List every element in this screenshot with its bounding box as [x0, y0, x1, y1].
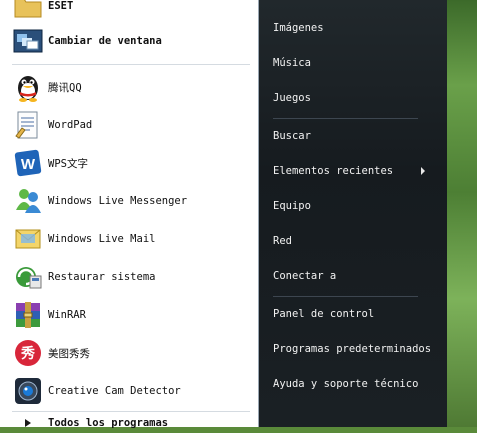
program-winrar[interactable]: WinRAR	[8, 297, 252, 333]
right-item-musica[interactable]: Música	[273, 51, 439, 75]
program-restaurar-sistema[interactable]: Restaurar sistema	[8, 259, 252, 295]
program-label: Restaurar sistema	[48, 271, 156, 283]
right-item-label: Imágenes	[273, 22, 324, 34]
program-wordpad[interactable]: WordPad	[8, 107, 252, 143]
desktop-background	[447, 0, 477, 427]
separator	[273, 296, 418, 297]
all-programs-label: Todos los programas	[48, 417, 169, 429]
program-cambiar-de-ventana[interactable]: Cambiar de ventana	[8, 23, 252, 59]
places-panel: Imágenes Música Juegos Buscar Elementos …	[259, 0, 447, 427]
winrar-icon	[12, 299, 44, 331]
separator	[12, 411, 250, 412]
svg-text:秀: 秀	[20, 345, 36, 362]
right-item-label: Red	[273, 235, 292, 247]
right-item-red[interactable]: Red	[273, 229, 439, 253]
program-qq[interactable]: 腾讯QQ	[8, 69, 252, 105]
program-meitu[interactable]: 秀 美图秀秀	[8, 335, 252, 371]
right-item-programas-predeterminados[interactable]: Programas predeterminados	[273, 337, 439, 361]
wps-writer-icon: W	[12, 147, 44, 179]
right-item-label: Ayuda y soporte técnico	[273, 378, 419, 390]
program-wps[interactable]: W WPS文字	[8, 145, 252, 181]
program-label: WordPad	[48, 119, 93, 131]
right-item-imagenes[interactable]: Imágenes	[273, 16, 439, 40]
right-item-label: Conectar a	[273, 270, 337, 282]
programs-panel: ESET Cambiar de ventana 腾讯QQ WordPad W W…	[0, 0, 259, 429]
program-label: Cambiar de ventana	[48, 35, 162, 47]
program-label: Creative Cam Detector	[48, 385, 181, 397]
separator	[273, 118, 418, 119]
switch-windows-icon	[12, 25, 44, 57]
right-item-label: Música	[273, 57, 311, 69]
meitu-icon: 秀	[12, 337, 44, 369]
program-label: 腾讯QQ	[48, 81, 82, 94]
svg-text:W: W	[21, 156, 36, 173]
folder-icon	[12, 0, 44, 22]
system-restore-icon	[12, 261, 44, 293]
start-menu: ESET Cambiar de ventana 腾讯QQ WordPad W W…	[0, 0, 447, 429]
arrow-right-icon	[12, 413, 44, 433]
program-creative-cam-detector[interactable]: Creative Cam Detector	[8, 373, 252, 409]
program-label: Windows Live Mail	[48, 233, 156, 245]
qq-penguin-icon	[12, 71, 44, 103]
program-live-mail[interactable]: Windows Live Mail	[8, 221, 252, 257]
right-item-label: Juegos	[273, 92, 311, 104]
right-item-elementos-recientes[interactable]: Elementos recientes	[273, 159, 439, 183]
all-programs-button[interactable]: Todos los programas	[8, 413, 252, 433]
right-item-label: Equipo	[273, 200, 311, 212]
program-label: Windows Live Messenger	[48, 195, 188, 207]
program-label: ESET	[48, 0, 74, 12]
right-item-label: Panel de control	[273, 308, 375, 320]
separator	[12, 64, 250, 65]
right-item-conectar-a[interactable]: Conectar a	[273, 264, 439, 288]
right-item-label: Buscar	[273, 130, 311, 142]
right-item-label: Elementos recientes	[273, 165, 394, 177]
right-item-ayuda-y-soporte[interactable]: Ayuda y soporte técnico	[273, 372, 439, 396]
right-item-panel-de-control[interactable]: Panel de control	[273, 302, 439, 326]
right-item-juegos[interactable]: Juegos	[273, 86, 439, 110]
submenu-arrow-icon	[421, 167, 425, 175]
program-label: 美图秀秀	[48, 347, 90, 360]
wordpad-icon	[12, 109, 44, 141]
messenger-icon	[12, 185, 44, 217]
program-live-messenger[interactable]: Windows Live Messenger	[8, 183, 252, 219]
program-label: WinRAR	[48, 309, 86, 321]
live-mail-icon	[12, 223, 44, 255]
program-eset[interactable]: ESET	[8, 0, 252, 24]
right-item-equipo[interactable]: Equipo	[273, 194, 439, 218]
right-item-label: Programas predeterminados	[273, 343, 432, 355]
program-label: WPS文字	[48, 157, 88, 170]
webcam-icon	[12, 375, 44, 407]
right-item-buscar[interactable]: Buscar	[273, 124, 439, 148]
